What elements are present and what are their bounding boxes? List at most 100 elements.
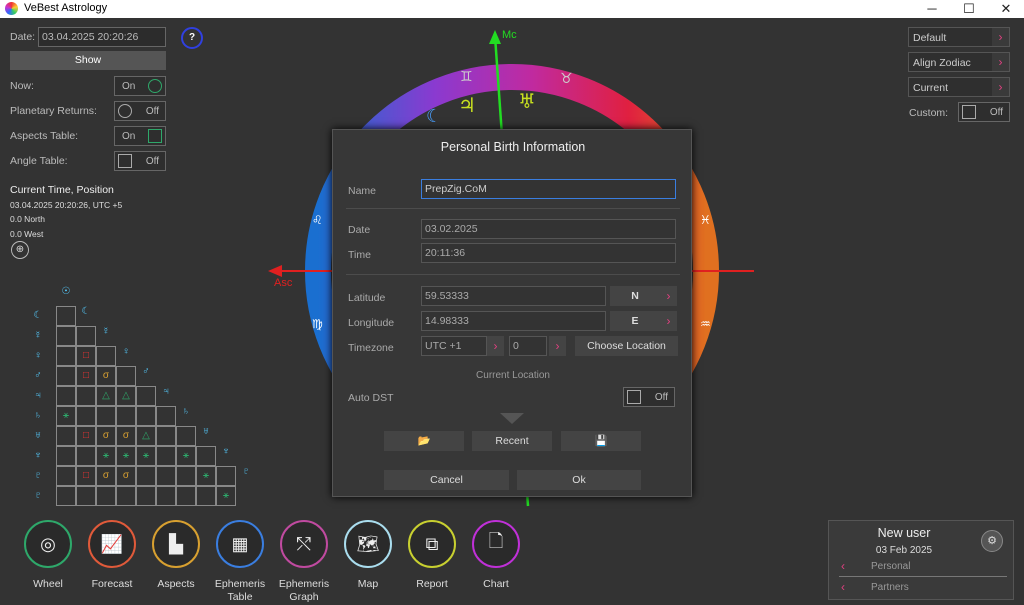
personal-tab[interactable]: Personal bbox=[871, 561, 910, 572]
dst-offset-arrow[interactable]: › bbox=[549, 336, 566, 356]
aspect-cell[interactable]: ⚹ bbox=[116, 446, 136, 466]
aspect-cell[interactable] bbox=[116, 486, 136, 506]
auto-dst-toggle[interactable]: Off bbox=[623, 387, 675, 407]
date-field[interactable]: 03.04.2025 20:20:26 bbox=[38, 27, 166, 47]
timezone-arrow[interactable]: › bbox=[487, 336, 504, 356]
birth-time-input[interactable]: 20:11:36 bbox=[421, 243, 676, 263]
aspect-cell[interactable] bbox=[56, 466, 76, 486]
nav-forecast-button[interactable]: 📈 Forecast bbox=[82, 520, 142, 591]
aspect-cell[interactable]: ⚹ bbox=[176, 446, 196, 466]
aspect-cell[interactable] bbox=[156, 466, 176, 486]
aspect-cell[interactable]: σ bbox=[96, 426, 116, 446]
location-icon[interactable]: ⊕ bbox=[11, 241, 29, 259]
cancel-button[interactable]: Cancel bbox=[384, 470, 509, 490]
aspect-cell[interactable] bbox=[176, 466, 196, 486]
longitude-input[interactable]: 14.98333 bbox=[421, 311, 606, 331]
minimize-button[interactable]: ─ bbox=[915, 0, 949, 18]
open-button[interactable]: 📂 bbox=[384, 431, 464, 451]
show-button[interactable]: Show bbox=[10, 51, 166, 70]
now-toggle[interactable]: On bbox=[114, 76, 166, 96]
aspect-cell[interactable] bbox=[136, 466, 156, 486]
aspect-cell[interactable] bbox=[76, 446, 96, 466]
aspect-cell[interactable] bbox=[76, 486, 96, 506]
custom-toggle[interactable]: Off bbox=[958, 102, 1010, 122]
ok-button[interactable]: Ok bbox=[517, 470, 641, 490]
timezone-input[interactable]: UTC +1 bbox=[421, 336, 487, 356]
aspect-cell[interactable]: □ bbox=[76, 466, 96, 486]
aspect-cell[interactable] bbox=[216, 466, 236, 486]
help-icon[interactable]: ? bbox=[181, 27, 203, 49]
aspect-cell[interactable] bbox=[156, 486, 176, 506]
nav-ephemeris-graph-button[interactable]: ⤲ Ephemeris Graph bbox=[274, 520, 334, 604]
aspect-cell[interactable] bbox=[156, 446, 176, 466]
aspect-cell[interactable] bbox=[96, 486, 116, 506]
aspect-cell[interactable] bbox=[136, 386, 156, 406]
nav-aspects-button[interactable]: ▙ Aspects bbox=[146, 520, 206, 591]
aspect-cell[interactable] bbox=[56, 446, 76, 466]
nav-report-button[interactable]: ⧉ Report bbox=[402, 520, 462, 591]
aspect-cell[interactable] bbox=[196, 486, 216, 506]
aspect-cell[interactable] bbox=[56, 426, 76, 446]
aspect-cell[interactable] bbox=[96, 346, 116, 366]
aspect-cell[interactable] bbox=[176, 486, 196, 506]
aspect-cell[interactable]: □ bbox=[76, 426, 96, 446]
nav-map-button[interactable]: 🗺 Map bbox=[338, 520, 398, 591]
aspects-table-toggle[interactable]: On bbox=[114, 126, 166, 146]
aspect-cell[interactable]: □ bbox=[76, 366, 96, 386]
aspect-cell[interactable] bbox=[156, 406, 176, 426]
aspect-cell[interactable] bbox=[56, 366, 76, 386]
aspect-cell[interactable] bbox=[56, 386, 76, 406]
aspect-cell[interactable] bbox=[136, 486, 156, 506]
aspect-cell[interactable]: □ bbox=[76, 346, 96, 366]
aspect-cell[interactable] bbox=[116, 366, 136, 386]
maximize-button[interactable]: ☐ bbox=[952, 0, 986, 18]
recent-button[interactable]: Recent bbox=[472, 431, 552, 451]
aspect-cell[interactable]: σ bbox=[96, 366, 116, 386]
aspect-cell[interactable] bbox=[196, 446, 216, 466]
dst-offset-input[interactable]: 0 bbox=[509, 336, 547, 356]
aspect-cell[interactable] bbox=[76, 386, 96, 406]
latitude-input[interactable]: 59.53333 bbox=[421, 286, 606, 306]
aspect-cell[interactable]: △ bbox=[116, 386, 136, 406]
aspect-cell[interactable]: ⚹ bbox=[56, 406, 76, 426]
choose-location-button[interactable]: Choose Location bbox=[575, 336, 678, 356]
aspect-cell[interactable] bbox=[56, 346, 76, 366]
aspect-cell[interactable] bbox=[156, 426, 176, 446]
aspect-cell[interactable] bbox=[136, 406, 156, 426]
longitude-dir-arrow[interactable]: › bbox=[660, 311, 677, 331]
latitude-dir-arrow[interactable]: › bbox=[660, 286, 677, 306]
aspect-cell[interactable]: △ bbox=[96, 386, 116, 406]
aspect-cell[interactable] bbox=[56, 486, 76, 506]
close-button[interactable]: ✕ bbox=[989, 0, 1023, 18]
settings-gear-icon[interactable]: ⚙ bbox=[981, 530, 1003, 552]
aspect-cell[interactable]: ⚹ bbox=[136, 446, 156, 466]
current-select[interactable]: Current › bbox=[908, 77, 1010, 97]
aspect-cell[interactable]: ⚹ bbox=[216, 486, 236, 506]
latitude-dir-select[interactable]: N bbox=[610, 286, 660, 306]
longitude-dir-select[interactable]: E bbox=[610, 311, 660, 331]
aspect-cell[interactable] bbox=[96, 406, 116, 426]
aspect-cell[interactable] bbox=[176, 426, 196, 446]
default-select[interactable]: Default › bbox=[908, 27, 1010, 47]
align-zodiac-select[interactable]: Align Zodiac › bbox=[908, 52, 1010, 72]
expand-arrow-icon[interactable] bbox=[500, 413, 524, 424]
returns-toggle[interactable]: Off bbox=[114, 101, 166, 121]
partners-tab[interactable]: Partners bbox=[871, 582, 909, 593]
aspect-cell[interactable]: σ bbox=[116, 426, 136, 446]
aspect-cell[interactable]: ⚹ bbox=[196, 466, 216, 486]
nav-ephemeris-table-button[interactable]: ▦ Ephemeris Table bbox=[210, 520, 270, 604]
current-location-link[interactable]: Current Location bbox=[333, 370, 693, 381]
aspect-cell[interactable]: ⚹ bbox=[96, 446, 116, 466]
aspect-cell[interactable] bbox=[76, 326, 96, 346]
aspect-cell[interactable] bbox=[56, 306, 76, 326]
save-button[interactable]: 💾 bbox=[561, 431, 641, 451]
nav-chart-button[interactable]: 🗋 Chart bbox=[466, 520, 526, 591]
birth-date-input[interactable]: 03.02.2025 bbox=[421, 219, 676, 239]
name-input[interactable]: PrepZig.CoM bbox=[421, 179, 676, 199]
angle-table-toggle[interactable]: Off bbox=[114, 151, 166, 171]
aspect-cell[interactable] bbox=[76, 406, 96, 426]
aspect-cell[interactable] bbox=[56, 326, 76, 346]
nav-wheel-button[interactable]: ◎ Wheel bbox=[18, 520, 78, 591]
aspect-cell[interactable]: σ bbox=[96, 466, 116, 486]
aspect-cell[interactable] bbox=[116, 406, 136, 426]
